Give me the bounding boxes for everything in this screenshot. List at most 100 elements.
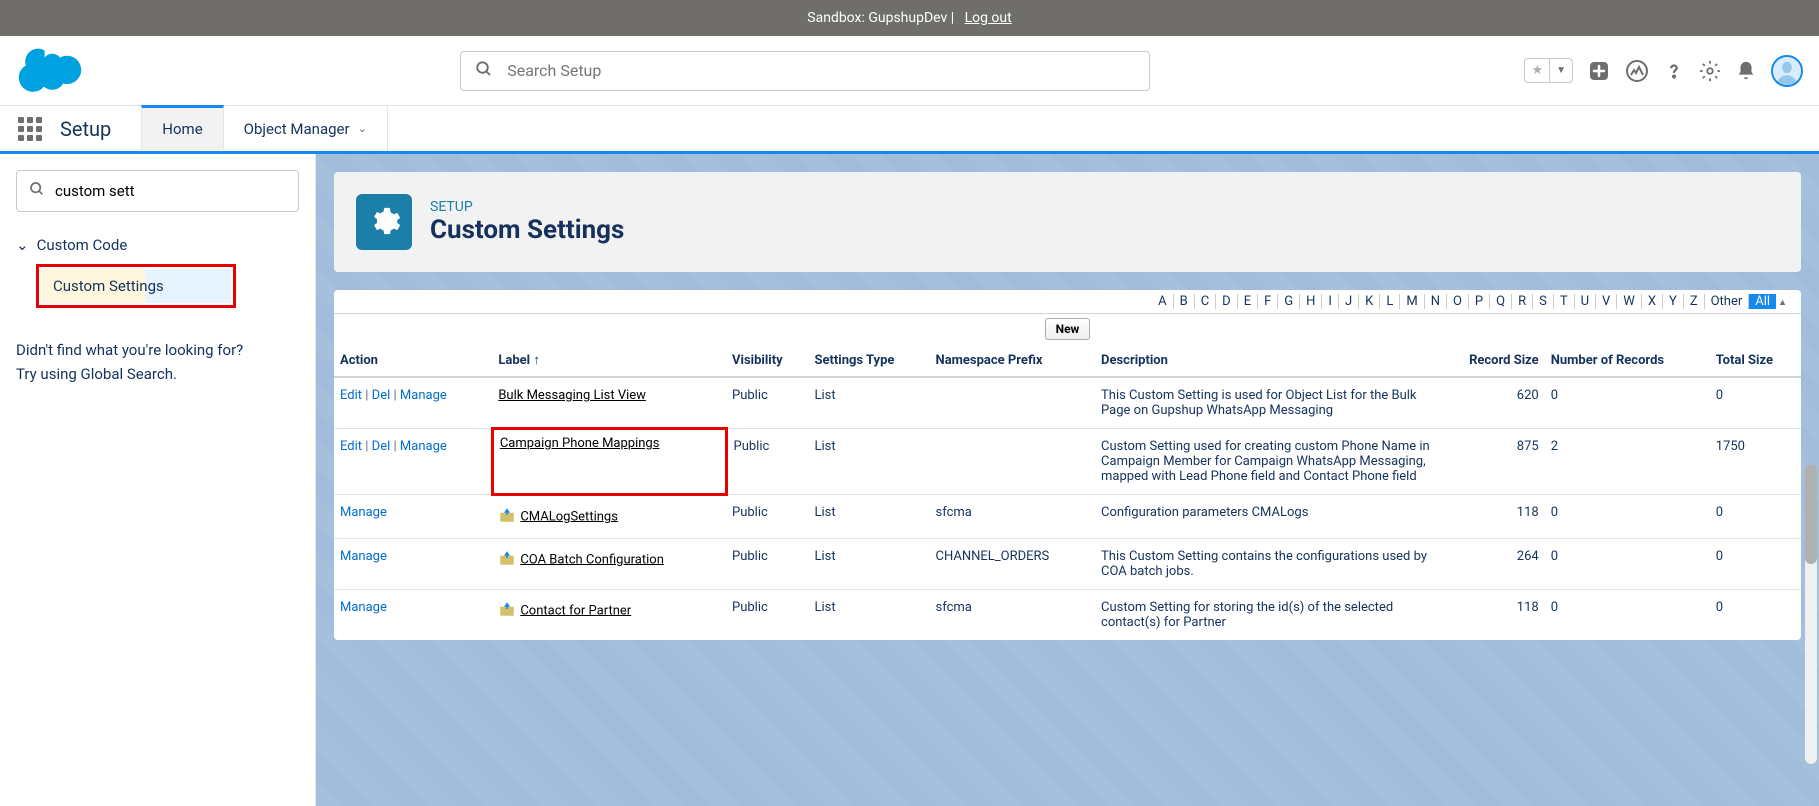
description-cell: Custom Setting for storing the id(s) of … xyxy=(1095,590,1437,641)
label-link[interactable]: COA Batch Configuration xyxy=(520,552,664,567)
edit-link[interactable]: Edit xyxy=(340,388,362,403)
manage-link[interactable]: Manage xyxy=(340,505,387,520)
nav-tab-object-manager[interactable]: Object Manager ⌄ xyxy=(224,106,388,151)
record-size-cell: 264 xyxy=(1437,539,1544,590)
sandbox-banner: Sandbox: GupshupDev | Log out xyxy=(0,0,1819,36)
tree-category-label: Custom Code xyxy=(37,236,128,254)
global-search-input[interactable] xyxy=(507,61,1135,80)
app-launcher-icon[interactable] xyxy=(0,117,60,141)
description-cell: This Custom Setting contains the configu… xyxy=(1095,539,1437,590)
del-link[interactable]: Del xyxy=(372,388,391,403)
alpha-filter-y[interactable]: Y xyxy=(1662,294,1683,309)
tree-item-custom-settings[interactable]: Custom Settings xyxy=(41,269,231,303)
num-records-cell: 2 xyxy=(1545,429,1710,495)
alpha-filter-a[interactable]: A xyxy=(1152,294,1172,309)
alpha-filter-z[interactable]: Z xyxy=(1683,294,1704,309)
col-record-size[interactable]: Record Size xyxy=(1437,344,1544,377)
new-button[interactable]: New xyxy=(1045,318,1091,340)
alpha-filter-o[interactable]: O xyxy=(1446,294,1468,309)
alpha-filter-i[interactable]: I xyxy=(1321,294,1338,309)
total-size-cell: 0 xyxy=(1710,495,1801,539)
col-description[interactable]: Description xyxy=(1095,344,1437,377)
col-total-size[interactable]: Total Size xyxy=(1710,344,1801,377)
col-namespace[interactable]: Namespace Prefix xyxy=(930,344,1096,377)
del-link[interactable]: Del xyxy=(372,439,391,454)
tree-category-custom-code[interactable]: ⌄ Custom Code xyxy=(16,236,299,254)
type-cell: List xyxy=(808,495,929,539)
label-link[interactable]: Contact for Partner xyxy=(520,603,631,618)
description-cell: This Custom Setting is used for Object L… xyxy=(1095,377,1437,429)
total-size-cell: 0 xyxy=(1710,539,1801,590)
global-actions-icon[interactable] xyxy=(1587,59,1611,83)
col-visibility[interactable]: Visibility xyxy=(726,344,808,377)
action-cell: Manage xyxy=(334,539,492,590)
label-link[interactable]: Campaign Phone Mappings xyxy=(500,436,660,451)
action-cell: Manage xyxy=(334,590,492,641)
alpha-filter-t[interactable]: T xyxy=(1553,294,1574,309)
alpha-filter-other[interactable]: Other xyxy=(1704,294,1749,309)
namespace-cell xyxy=(930,377,1096,429)
alpha-filter-j[interactable]: J xyxy=(1338,294,1358,309)
nav-tab-home[interactable]: Home xyxy=(141,105,223,150)
alpha-filter-e[interactable]: E xyxy=(1237,294,1257,309)
edit-link[interactable]: Edit xyxy=(340,439,362,454)
alpha-filter-l[interactable]: L xyxy=(1379,294,1399,309)
alpha-filter-x[interactable]: X xyxy=(1641,294,1662,309)
label-link[interactable]: Bulk Messaging List View xyxy=(498,388,646,403)
namespace-cell: sfcma xyxy=(930,590,1096,641)
label-link[interactable]: CMALogSettings xyxy=(520,509,618,524)
alpha-filter-k[interactable]: K xyxy=(1358,294,1379,309)
label-cell: COA Batch Configuration xyxy=(492,539,726,590)
table-row: Edit | Del | Manage Bulk Messaging List … xyxy=(334,377,1801,429)
manage-link[interactable]: Manage xyxy=(400,439,447,454)
alpha-filter-v[interactable]: V xyxy=(1595,294,1616,309)
alpha-filter-s[interactable]: S xyxy=(1532,294,1553,309)
alpha-filter-b[interactable]: B xyxy=(1173,294,1194,309)
alpha-filter-g[interactable]: G xyxy=(1277,294,1299,309)
action-cell: Edit | Del | Manage xyxy=(334,429,492,495)
salesforce-logo[interactable] xyxy=(16,48,86,93)
chevron-down-icon: ⌄ xyxy=(16,236,29,254)
alpha-filter-u[interactable]: U xyxy=(1574,294,1595,309)
quick-find[interactable] xyxy=(16,170,299,212)
namespace-cell: sfcma xyxy=(930,495,1096,539)
action-cell: Edit | Del | Manage xyxy=(334,377,492,429)
quick-find-input[interactable] xyxy=(55,182,286,200)
alpha-filter-c[interactable]: C xyxy=(1194,294,1215,309)
setup-gear-icon[interactable] xyxy=(1699,60,1721,82)
manage-link[interactable]: Manage xyxy=(340,600,387,615)
type-cell: List xyxy=(808,590,929,641)
col-label[interactable]: Label ↑ xyxy=(492,344,726,377)
favorites-menu[interactable]: ★ ▼ xyxy=(1524,58,1573,83)
alpha-filter-h[interactable]: H xyxy=(1299,294,1321,309)
logout-link[interactable]: Log out xyxy=(965,10,1012,26)
scrollbar[interactable] xyxy=(1805,464,1817,764)
manage-link[interactable]: Manage xyxy=(340,549,387,564)
alpha-filter-q[interactable]: Q xyxy=(1489,294,1511,309)
help-icon[interactable] xyxy=(1663,60,1685,82)
visibility-cell: Public xyxy=(726,429,808,495)
col-num-records[interactable]: Number of Records xyxy=(1545,344,1710,377)
search-icon xyxy=(29,181,45,201)
notifications-icon[interactable] xyxy=(1735,60,1757,82)
alpha-filter-n[interactable]: N xyxy=(1424,294,1446,309)
alpha-filter-r[interactable]: R xyxy=(1511,294,1532,309)
alpha-filter-f[interactable]: F xyxy=(1257,294,1277,309)
trailhead-icon[interactable] xyxy=(1625,59,1649,83)
label-cell: Bulk Messaging List View xyxy=(492,377,726,429)
manage-link[interactable]: Manage xyxy=(400,388,447,403)
alpha-filter-w[interactable]: W xyxy=(1616,294,1641,309)
alpha-filter-all[interactable]: All xyxy=(1748,294,1776,309)
content-area: SETUP Custom Settings ABCDEFGHIJKLMNOPQR… xyxy=(316,154,1819,806)
page-header: SETUP Custom Settings xyxy=(334,172,1801,272)
col-type[interactable]: Settings Type xyxy=(808,344,929,377)
collapse-icon[interactable]: ▲ xyxy=(1776,297,1793,308)
num-records-cell: 0 xyxy=(1545,590,1710,641)
alpha-filter-m[interactable]: M xyxy=(1399,294,1423,309)
page-title: Custom Settings xyxy=(430,215,624,245)
alpha-filter-p[interactable]: P xyxy=(1468,294,1489,309)
global-search[interactable] xyxy=(460,51,1150,91)
alpha-filter-d[interactable]: D xyxy=(1215,294,1237,309)
user-avatar[interactable] xyxy=(1771,55,1803,87)
type-cell: List xyxy=(808,377,929,429)
